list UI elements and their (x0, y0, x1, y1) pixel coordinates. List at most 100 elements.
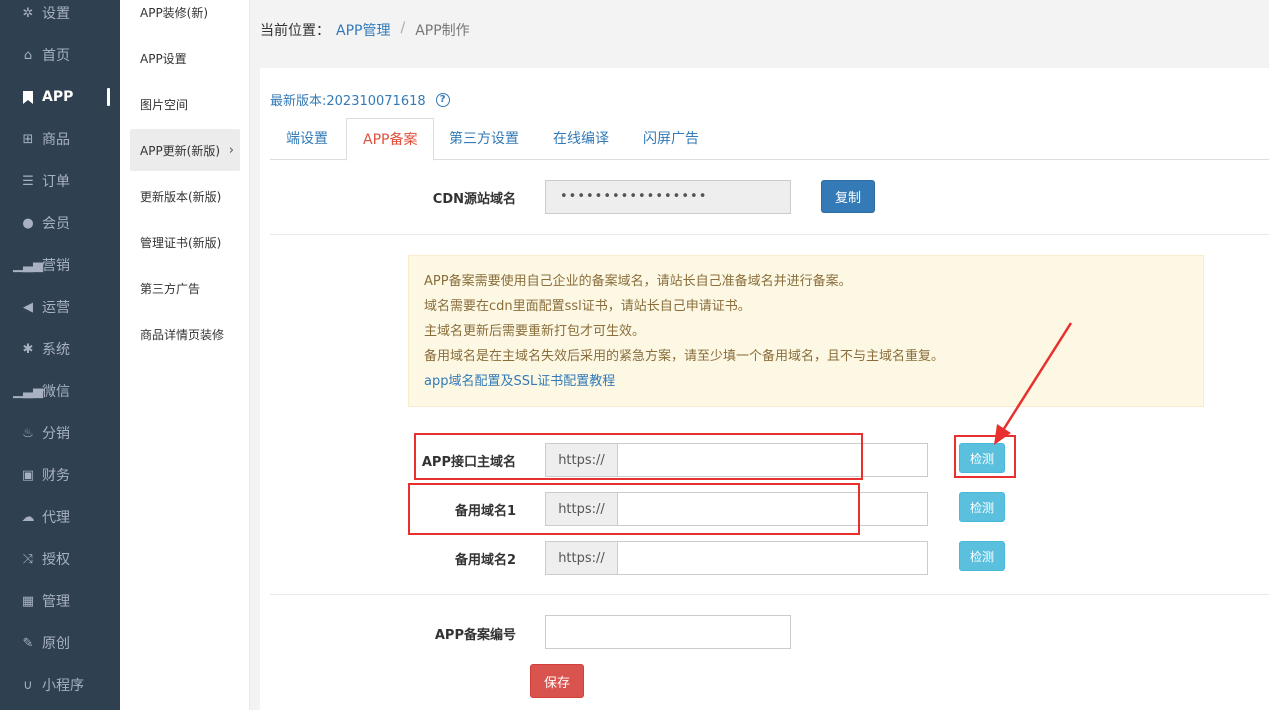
magnet-icon: ∪ (23, 677, 33, 693)
subnav-label: 管理证书(新版) (140, 235, 222, 250)
ssl-tutorial-link[interactable]: app域名配置及SSL证书配置教程 (424, 369, 1188, 394)
breadcrumb-prefix: 当前位置： (260, 23, 330, 39)
subnav-label: APP更新(新版) (140, 143, 221, 158)
nav-label: 小程序 (42, 678, 84, 694)
gift-icon: ⊞ (22, 131, 34, 147)
nav-label: 分销 (42, 426, 70, 442)
nav-item-orders[interactable]: ☰ 订单 (0, 160, 120, 202)
question-circle-icon[interactable]: ? (435, 92, 450, 107)
nav-item-settings[interactable]: ✲ 设置 (0, 0, 120, 34)
nav-item-agent[interactable]: ☁ 代理 (0, 496, 120, 538)
subnav-label: 图片空间 (140, 97, 189, 112)
check-backup-domain-2-button[interactable]: 检测 (959, 541, 1005, 571)
alert-line: 主域名更新后需要重新打包才可生效。 (424, 324, 646, 339)
notice-alert: APP备案需要使用自己企业的备案域名，请站长自己准备域名并进行备案。 域名需要在… (408, 255, 1204, 407)
nav-item-original[interactable]: ✎ 原创 (0, 622, 120, 664)
latest-version: 最新版本:202310071618 ? (270, 90, 450, 109)
nav-item-operation[interactable]: ◀ 运营 (0, 286, 120, 328)
active-indicator (107, 88, 110, 106)
annotation-box-check-button (954, 435, 1016, 478)
nav-item-wechat[interactable]: ▁▃▅ 微信 (0, 370, 120, 412)
subnav-label: APP设置 (140, 51, 187, 66)
signal-icon: ▁▃▅ (13, 257, 43, 273)
nav-label: 授权 (42, 552, 70, 568)
copy-button[interactable]: 复制 (821, 180, 875, 213)
tab-bar: 端设置 APP备案 第三方设置 在线编译 闪屏广告 (270, 118, 1269, 161)
nav-item-miniprogram[interactable]: ∪ 小程序 (0, 664, 120, 706)
backup-domain-2-input-group: https:// (545, 541, 928, 575)
home-icon: ⌂ (23, 47, 33, 63)
main-sidebar: ✲ 设置 ⌂ 首页 APP ⊞ 商品 ☰ 订单 ● 会员 ▁▃▅ 营销 ◀ 运营 ✱ 系统 ▁▃… (0, 0, 120, 710)
briefcase-icon: ▣ (21, 467, 35, 483)
breadcrumb-separator: / (400, 20, 406, 36)
backup-domain-2-label: 备用域名2 (454, 553, 516, 568)
nav-label: 代理 (42, 510, 70, 526)
divider (270, 234, 1269, 235)
save-button[interactable]: 保存 (530, 664, 584, 698)
nav-label: 首页 (42, 48, 70, 64)
alert-line: 备用域名是在主域名失效后采用的紧急方案，请至少填一个备用域名，且不与主域名重复。 (424, 349, 945, 364)
nav-label: 订单 (42, 174, 70, 190)
annotation-box-main-domain (414, 433, 863, 480)
user-icon: ● (22, 215, 34, 231)
cdn-domain-label: CDN源站域名 (432, 192, 516, 207)
fire-icon: ♨ (22, 425, 34, 441)
sub-sidebar: APP装修(新) APP设置 图片空间 APP更新(新版) › 更新版本(新版) … (120, 0, 250, 710)
list-icon: ☰ (22, 173, 34, 189)
subnav-label: APP装修(新) (140, 5, 209, 20)
nav-label: 财务 (42, 468, 70, 484)
cdn-domain-field[interactable]: ••••••••••••••••• (545, 180, 791, 214)
breadcrumb-link-app-manage[interactable]: APP管理 (336, 20, 390, 40)
tab-app-record[interactable]: APP备案 (346, 118, 435, 161)
nav-label: 商品 (42, 132, 70, 148)
nav-label: 营销 (42, 258, 70, 274)
record-number-input[interactable] (545, 615, 791, 649)
nav-item-marketing[interactable]: ▁▃▅ 营销 (0, 244, 120, 286)
nav-item-home[interactable]: ⌂ 首页 (0, 34, 120, 76)
nav-label: 微信 (42, 384, 70, 400)
bookmark-icon (20, 89, 36, 105)
nav-label: 系统 (42, 342, 70, 358)
nav-label: 管理 (42, 594, 70, 610)
nav-item-members[interactable]: ● 会员 (0, 202, 120, 244)
nav-item-finance[interactable]: ▣ 财务 (0, 454, 120, 496)
gear-icon: ✲ (22, 5, 34, 21)
tab-splash-ad[interactable]: 闪屏广告 (627, 118, 715, 160)
nav-item-manage[interactable]: ▦ 管理 (0, 580, 120, 622)
nav-item-authorize[interactable]: ⤨ 授权 (0, 538, 120, 580)
alert-line: 域名需要在cdn里面配置ssl证书，请站长自己申请证书。 (424, 299, 751, 314)
tab-online-compile[interactable]: 在线编译 (537, 118, 625, 160)
subnav-label: 更新版本(新版) (140, 189, 222, 204)
nav-label: 运营 (42, 300, 70, 316)
bullhorn-icon: ◀ (23, 299, 33, 315)
nav-label: 设置 (42, 6, 70, 22)
chevron-right-icon: › (228, 142, 234, 158)
tab-client-settings[interactable]: 端设置 (270, 118, 344, 160)
backup-domain-2-input[interactable] (617, 541, 928, 575)
asterisk-icon: ✱ (22, 341, 34, 357)
nav-item-app[interactable]: APP (0, 76, 120, 118)
breadcrumb-current: APP制作 (415, 23, 470, 39)
random-icon: ⤨ (22, 551, 34, 567)
nav-label: APP (42, 89, 74, 105)
subnav-label: 商品详情页装修 (140, 327, 225, 342)
grid-icon: ▦ (21, 593, 35, 609)
check-backup-domain-1-button[interactable]: 检测 (959, 492, 1005, 522)
nav-label: 原创 (42, 636, 70, 652)
nav-item-goods[interactable]: ⊞ 商品 (0, 118, 120, 160)
bars-icon: ▁▃▅ (13, 383, 43, 399)
edit-icon: ✎ (22, 635, 34, 651)
nav-label: 会员 (42, 216, 70, 232)
version-text: 最新版本:202310071618 (270, 94, 426, 109)
annotation-box-backup-domain (408, 483, 860, 535)
divider (270, 594, 1269, 595)
nav-item-distribution[interactable]: ♨ 分销 (0, 412, 120, 454)
alert-line: APP备案需要使用自己企业的备案域名，请站长自己准备域名并进行备案。 (424, 274, 852, 289)
https-prefix: https:// (545, 541, 617, 575)
record-number-label: APP备案编号 (434, 628, 516, 643)
nav-item-system[interactable]: ✱ 系统 (0, 328, 120, 370)
tab-third-party-settings[interactable]: 第三方设置 (433, 118, 535, 160)
breadcrumb: 当前位置： APP管理 / APP制作 (260, 20, 470, 40)
subnav-item-app-update[interactable]: APP更新(新版) › (130, 129, 240, 171)
cloud-icon: ☁ (21, 509, 35, 525)
